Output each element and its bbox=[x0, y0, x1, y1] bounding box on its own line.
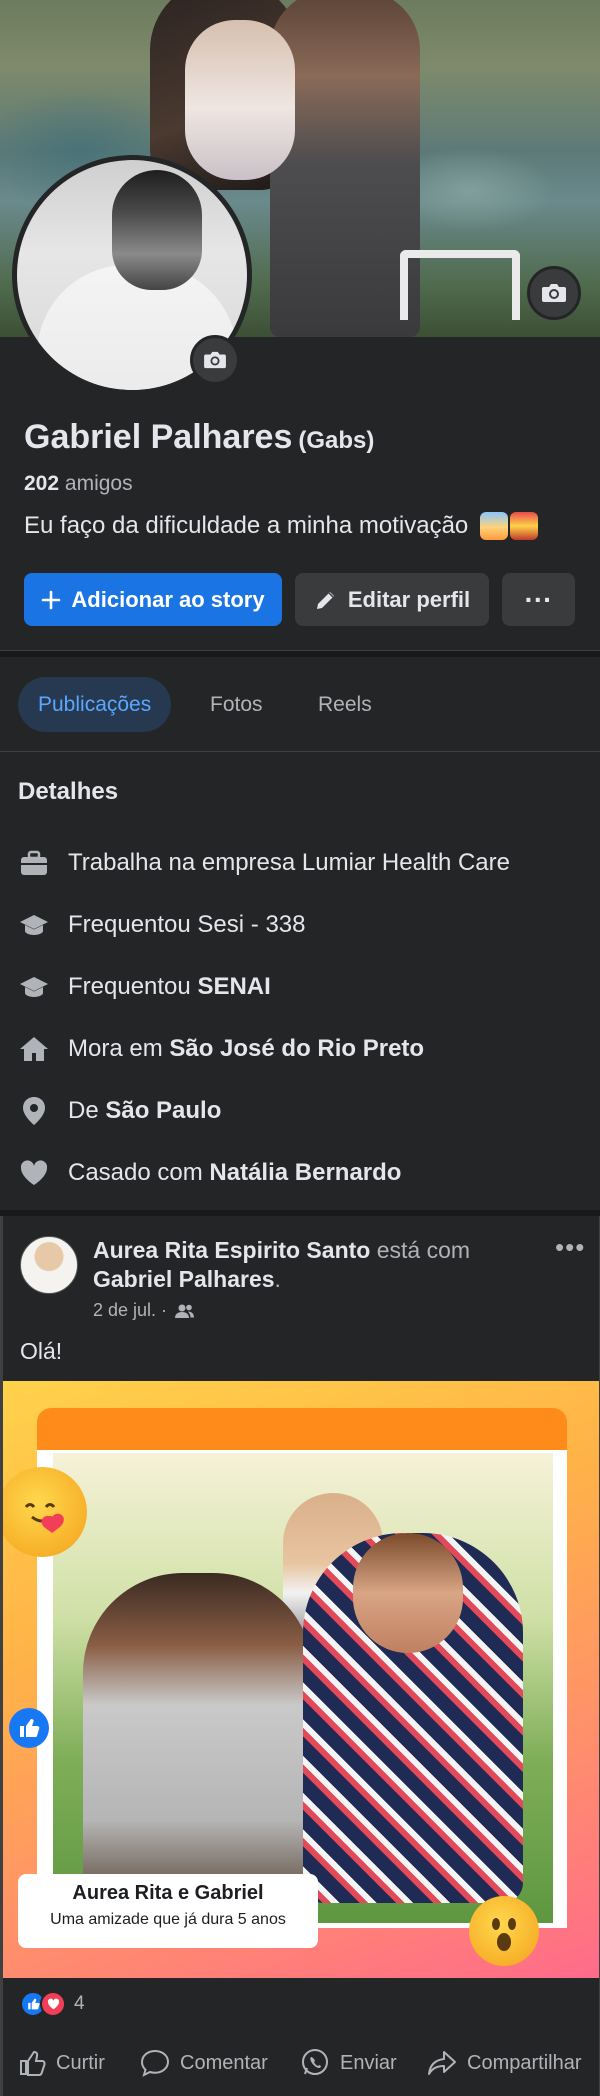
like-button[interactable]: Curtir bbox=[18, 2040, 105, 2086]
post-options-button[interactable]: ••• bbox=[555, 1232, 585, 1263]
cover-person bbox=[270, 0, 420, 337]
like-reaction-icon bbox=[9, 1708, 49, 1748]
sunrise-emoji-icon bbox=[480, 512, 509, 540]
heart-icon bbox=[20, 1160, 48, 1185]
post-actions-bar: Curtir Comentar Enviar Compartilhar bbox=[0, 2040, 600, 2086]
tab-fotos[interactable]: Fotos bbox=[190, 677, 283, 732]
details-title: Detalhes bbox=[18, 778, 119, 805]
friendship-card-caption: Aurea Rita e Gabriel Uma amizade que já … bbox=[18, 1874, 318, 1948]
post-image[interactable]: Aurea Rita e Gabriel Uma amizade que já … bbox=[3, 1381, 599, 1978]
post-header: Aurea Rita Espirito Santo está com Gabri… bbox=[93, 1237, 471, 1292]
friendship-photo bbox=[53, 1453, 553, 1923]
profile-nickname: (Gabs) bbox=[298, 427, 375, 454]
post-author-avatar[interactable] bbox=[20, 1236, 78, 1294]
wow-emoji-icon bbox=[469, 1896, 539, 1966]
share-arrow-icon bbox=[428, 2051, 456, 2075]
post-author-name[interactable]: Aurea Rita Espirito Santo bbox=[93, 1237, 370, 1263]
detail-from[interactable]: De São Paulo bbox=[18, 1091, 221, 1131]
share-button[interactable]: Compartilhar bbox=[427, 2040, 581, 2086]
detail-relationship[interactable]: Casado com Natália Bernardo bbox=[18, 1153, 401, 1193]
thumbs-up-icon bbox=[20, 2050, 46, 2076]
reaction-count: 4 bbox=[74, 1993, 85, 2014]
pencil-icon bbox=[316, 591, 334, 609]
location-pin-icon bbox=[23, 1097, 45, 1125]
briefcase-icon bbox=[21, 850, 47, 875]
cover-bench bbox=[400, 250, 520, 320]
more-options-button[interactable]: ··· bbox=[502, 573, 575, 626]
tab-publicacoes[interactable]: Publicações bbox=[18, 677, 172, 732]
send-button[interactable]: Enviar bbox=[300, 2040, 397, 2086]
graduation-cap-icon bbox=[20, 977, 48, 997]
slot-machine-emoji-icon bbox=[510, 512, 539, 540]
section-separator bbox=[0, 651, 600, 657]
tab-reels[interactable]: Reels bbox=[298, 677, 392, 732]
detail-education-senai[interactable]: Frequentou SENAI bbox=[18, 967, 271, 1007]
detail-work[interactable]: Trabalha na empresa Lumiar Health Care bbox=[18, 843, 510, 883]
edit-avatar-camera-button[interactable] bbox=[190, 335, 240, 385]
comment-bubble-icon bbox=[140, 2049, 170, 2077]
cover-child bbox=[185, 20, 295, 180]
friends-count[interactable]: 202 amigos bbox=[24, 472, 133, 496]
love-reaction-icon bbox=[40, 1991, 66, 2017]
profile-name: Gabriel Palhares (Gabs) bbox=[24, 418, 375, 456]
edit-profile-button[interactable]: Editar perfil bbox=[295, 573, 489, 626]
post-tagged-name[interactable]: Gabriel Palhares bbox=[93, 1266, 275, 1292]
whatsapp-icon bbox=[302, 2049, 328, 2075]
home-icon bbox=[20, 1037, 48, 1061]
reactions-summary[interactable]: 4 bbox=[20, 1991, 85, 2017]
camera-icon bbox=[204, 351, 226, 369]
comment-button[interactable]: Comentar bbox=[140, 2040, 268, 2086]
edit-cover-camera-button[interactable] bbox=[527, 266, 581, 320]
plus-icon bbox=[42, 590, 61, 609]
camera-icon bbox=[542, 284, 566, 302]
friends-audience-icon bbox=[175, 1304, 195, 1318]
post-date[interactable]: 2 de jul. · bbox=[93, 1300, 167, 1321]
divider bbox=[0, 751, 600, 752]
graduation-cap-icon bbox=[20, 915, 48, 935]
detail-education-sesi[interactable]: Frequentou Sesi - 338 bbox=[18, 905, 305, 945]
post-text: Olá! bbox=[20, 1338, 63, 1364]
detail-lives-in[interactable]: Mora em São José do Rio Preto bbox=[18, 1029, 424, 1069]
post-meta: 2 de jul. · bbox=[93, 1300, 195, 1321]
add-to-story-button[interactable]: Adicionar ao story bbox=[24, 573, 282, 626]
profile-bio: Eu faço da dificuldade a minha motivação bbox=[24, 512, 539, 540]
